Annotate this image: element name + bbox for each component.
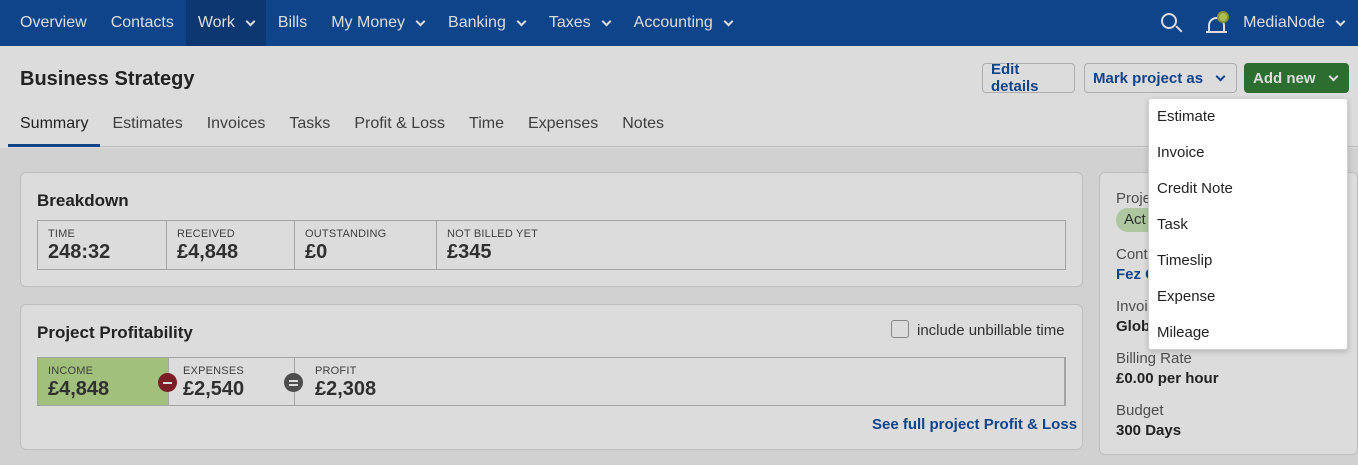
nav-label: Overview bbox=[20, 14, 87, 31]
stat-outstanding: OUTSTANDING £0 bbox=[295, 221, 437, 269]
chevron-down-icon bbox=[1335, 16, 1346, 26]
unbillable-checkbox[interactable] bbox=[891, 320, 909, 338]
edit-details-button[interactable]: Edit details bbox=[982, 61, 1075, 95]
stat-label: RECEIVED bbox=[177, 228, 235, 240]
tab-invoices[interactable]: Invoices bbox=[195, 106, 278, 147]
stat-label: TIME bbox=[48, 228, 76, 240]
breakdown-title: Breakdown bbox=[37, 191, 129, 210]
stat-value: £4,848 bbox=[48, 378, 110, 400]
tab-tasks[interactable]: Tasks bbox=[277, 106, 342, 147]
chevron-down-icon bbox=[245, 16, 256, 26]
full-profit-loss-link[interactable]: See full project Profit & Loss bbox=[872, 416, 1077, 433]
tab-profit-loss[interactable]: Profit & Loss bbox=[342, 106, 457, 147]
profitability-title: Project Profitability bbox=[37, 323, 193, 342]
stat-profit: PROFIT £2,308 bbox=[295, 358, 1065, 405]
chevron-down-icon bbox=[415, 16, 426, 26]
menu-item-timeslip[interactable]: Timeslip bbox=[1150, 243, 1346, 279]
menu-item-credit-note[interactable]: Credit Note bbox=[1150, 171, 1346, 207]
billing-rate-label: Billing Rate bbox=[1116, 350, 1192, 367]
menu-item-estimate[interactable]: Estimate bbox=[1150, 99, 1346, 135]
invoice-label: Invoi bbox=[1116, 298, 1148, 315]
nav-contacts[interactable]: Contacts bbox=[99, 0, 186, 46]
stat-expenses: EXPENSES £2,540 bbox=[169, 358, 295, 405]
budget-label: Budget bbox=[1116, 402, 1164, 419]
stat-income: INCOME £4,848 bbox=[38, 358, 169, 405]
nav-banking[interactable]: Banking bbox=[436, 0, 537, 46]
stat-label: INCOME bbox=[48, 365, 94, 377]
nav-label: Bills bbox=[277, 14, 308, 31]
nav-label: My Money bbox=[331, 14, 406, 31]
minus-icon bbox=[158, 373, 177, 392]
nav-work[interactable]: Work bbox=[185, 0, 266, 46]
tab-estimates[interactable]: Estimates bbox=[100, 106, 194, 147]
stat-time: TIME 248:32 bbox=[38, 221, 167, 269]
tab-notes[interactable]: Notes bbox=[610, 106, 676, 147]
tab-summary[interactable]: Summary bbox=[8, 106, 101, 147]
stat-label: EXPENSES bbox=[183, 365, 244, 377]
mark-project-label: Mark project as bbox=[1093, 69, 1204, 87]
chevron-down-icon bbox=[1328, 71, 1338, 81]
stat-received: RECEIVED £4,848 bbox=[167, 221, 295, 269]
menu-item-task[interactable]: Task bbox=[1150, 207, 1346, 243]
nav-label: Accounting bbox=[633, 14, 713, 31]
bell-icon[interactable] bbox=[1205, 10, 1230, 36]
mark-project-as-button[interactable]: Mark project as bbox=[1084, 63, 1237, 93]
stat-value: £2,308 bbox=[315, 378, 377, 400]
chevron-down-icon bbox=[723, 16, 734, 26]
edit-details-label: Edit details bbox=[991, 61, 1039, 95]
stat-label: OUTSTANDING bbox=[305, 228, 387, 240]
nav-bills[interactable]: Bills bbox=[266, 0, 319, 46]
menu-item-mileage[interactable]: Mileage bbox=[1150, 315, 1346, 351]
search-icon[interactable] bbox=[1159, 11, 1183, 35]
stat-value: £2,540 bbox=[183, 378, 245, 400]
nav-label: Banking bbox=[448, 14, 506, 31]
top-nav: Overview Contacts Work Bills My Money Ba… bbox=[0, 0, 1358, 46]
nav-label: Taxes bbox=[548, 14, 591, 31]
contact-label: Cont bbox=[1116, 246, 1148, 263]
nav-right: MediaNode bbox=[1159, 0, 1358, 46]
chevron-down-icon bbox=[516, 16, 527, 26]
invoice-value: Glob bbox=[1116, 318, 1151, 335]
menu-item-expense[interactable]: Expense bbox=[1150, 279, 1346, 315]
billing-rate-value: £0.00 per hour bbox=[1116, 370, 1219, 387]
stat-value: 248:32 bbox=[48, 241, 111, 263]
status-label: Proje bbox=[1116, 190, 1152, 207]
notification-dot bbox=[1217, 11, 1230, 23]
add-new-menu: Estimate Invoice Credit Note Task Timesl… bbox=[1148, 98, 1348, 350]
profitability-stats: INCOME £4,848 EXPENSES £2,540 PROFIT £2,… bbox=[37, 357, 1066, 406]
account-menu[interactable]: MediaNode bbox=[1243, 14, 1358, 32]
nav-my-money[interactable]: My Money bbox=[319, 0, 436, 46]
breakdown-stats: TIME 248:32 RECEIVED £4,848 OUTSTANDING … bbox=[37, 220, 1066, 270]
nav-accounting[interactable]: Accounting bbox=[622, 0, 744, 46]
nav-taxes[interactable]: Taxes bbox=[537, 0, 622, 46]
chevron-down-icon bbox=[601, 16, 612, 26]
menu-item-invoice[interactable]: Invoice bbox=[1150, 135, 1346, 171]
add-new-label: Add new bbox=[1253, 69, 1316, 87]
stat-value: £0 bbox=[305, 241, 328, 263]
stat-label: NOT BILLED YET bbox=[447, 228, 539, 240]
nav-overview[interactable]: Overview bbox=[0, 0, 99, 46]
stat-value: £4,848 bbox=[177, 241, 239, 263]
stat-label: PROFIT bbox=[315, 365, 357, 377]
add-new-button[interactable]: Add new bbox=[1244, 63, 1349, 93]
tab-time[interactable]: Time bbox=[457, 106, 516, 147]
budget-value: 300 Days bbox=[1116, 422, 1182, 439]
unbillable-label: include unbillable time bbox=[917, 322, 1065, 339]
nav-label: Contacts bbox=[110, 14, 174, 31]
page-title: Business Strategy bbox=[20, 68, 195, 90]
chevron-down-icon bbox=[1215, 71, 1226, 81]
tab-expenses[interactable]: Expenses bbox=[516, 106, 610, 147]
stat-value: £345 bbox=[447, 241, 492, 263]
equals-icon bbox=[284, 373, 303, 392]
stat-not-billed: NOT BILLED YET £345 bbox=[437, 221, 1065, 269]
account-name: MediaNode bbox=[1243, 14, 1325, 31]
nav-label: Work bbox=[197, 14, 235, 31]
